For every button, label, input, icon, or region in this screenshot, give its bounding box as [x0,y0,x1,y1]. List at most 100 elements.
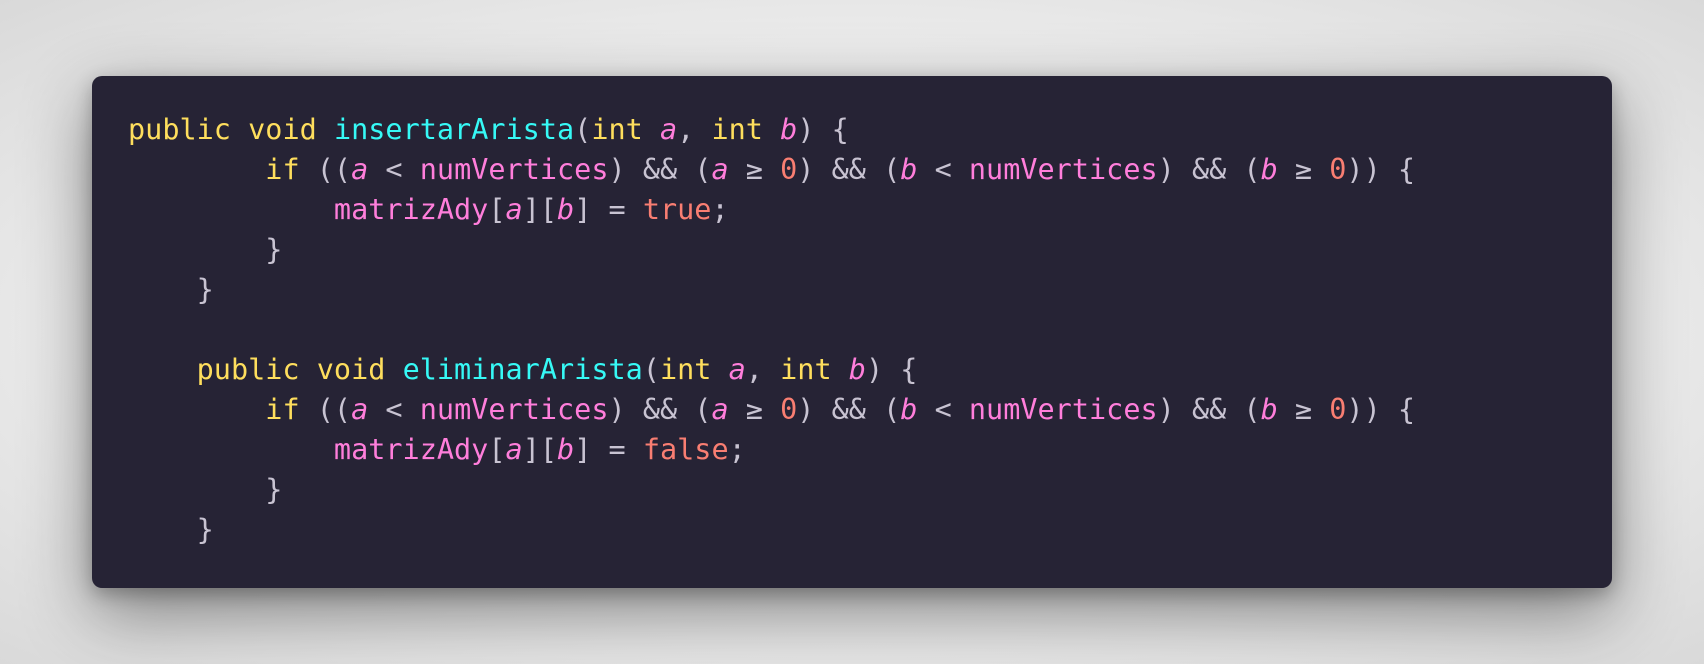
code-token: insertarArista [333,113,575,146]
code-line: } [128,510,1612,550]
code-token: 0 [780,153,798,186]
code-token: [ [488,433,506,466]
code-token: (( [299,153,352,186]
code-token: } [196,513,214,546]
code-token: } [196,273,214,306]
code-line: matrizAdy[a][b] = false; [128,430,1612,470]
code-token: [ [488,193,506,226]
code-window: public void insertarArista(int a, int b)… [92,76,1612,588]
code-token: b [557,433,575,466]
code-token: ( [574,113,592,146]
code-token: 0 [1329,393,1347,426]
code-token: if [265,153,300,186]
code-token: ) { [797,113,849,146]
code-line: } [128,270,1612,310]
code-token: ) { [865,353,918,386]
code-line: matrizAdy[a][b] = true; [128,190,1612,230]
code-token: false [642,433,729,466]
code-token: ) && ( [608,393,712,426]
code-token: , [677,113,712,146]
code-token: ≥ [728,153,781,186]
code-token: public [128,113,231,146]
code-token: (( [299,393,352,426]
code-token: ] = [574,193,643,226]
code-token: } [265,473,283,506]
code-line: public void eliminarArista(int a, int b)… [128,350,1612,390]
code-token: true [642,193,712,226]
code-token: a [659,113,678,146]
code-token: a [711,393,729,426]
code-token: numVertices [419,153,609,186]
code-token: a [505,433,523,466]
code-token: < [368,393,420,426]
code-token: )) { [1346,393,1416,426]
code-token: < [917,393,969,426]
code-token: 0 [780,393,798,426]
code-token: ) && ( [797,393,901,426]
code-line: public void insertarArista(int a, int b)… [128,110,1612,150]
code-token: ) && ( [1157,393,1261,426]
code-token: ≥ [1277,153,1330,186]
code-block: public void insertarArista(int a, int b)… [128,110,1612,550]
code-token: b [1260,153,1278,186]
code-token: a [728,353,746,386]
code-token: ) && ( [1157,153,1261,186]
code-token: b [848,353,866,386]
code-token: b [900,153,918,186]
code-token: } [265,233,283,266]
code-token: < [917,153,969,186]
code-token: ) && ( [797,153,901,186]
code-token: < [368,153,420,186]
code-line: } [128,470,1612,510]
code-line: } [128,230,1612,270]
code-token: b [557,193,575,226]
code-token: b [900,393,918,426]
code-token: a [711,153,729,186]
code-token: ≥ [1277,393,1330,426]
code-token: int [780,353,832,386]
code-token: void [248,113,317,146]
code-token: ( [642,353,660,386]
code-token: int [659,353,712,386]
code-token: ] = [574,433,643,466]
code-token: a [505,193,523,226]
code-token: eliminarArista [402,353,643,386]
code-token: a [351,393,369,426]
code-line: if ((a < numVertices) && (a ≥ 0) && (b <… [128,150,1612,190]
code-token: ][ [522,433,558,466]
code-token: b [1260,393,1278,426]
code-token: ) && ( [608,153,712,186]
code-token: numVertices [968,153,1158,186]
code-token: public [196,353,300,386]
code-token: matrizAdy [333,433,489,466]
code-token: numVertices [968,393,1158,426]
code-token: 0 [1329,153,1347,186]
code-token: void [316,353,386,386]
code-token: int [711,113,763,146]
code-token: a [351,153,369,186]
code-token: int [591,113,643,146]
code-token: b [780,113,798,146]
code-line: if ((a < numVertices) && (a ≥ 0) && (b <… [128,390,1612,430]
code-token: ≥ [728,393,781,426]
code-token: numVertices [419,393,609,426]
code-token: matrizAdy [333,193,489,226]
code-token: ; [728,433,746,466]
code-token: ][ [522,193,558,226]
